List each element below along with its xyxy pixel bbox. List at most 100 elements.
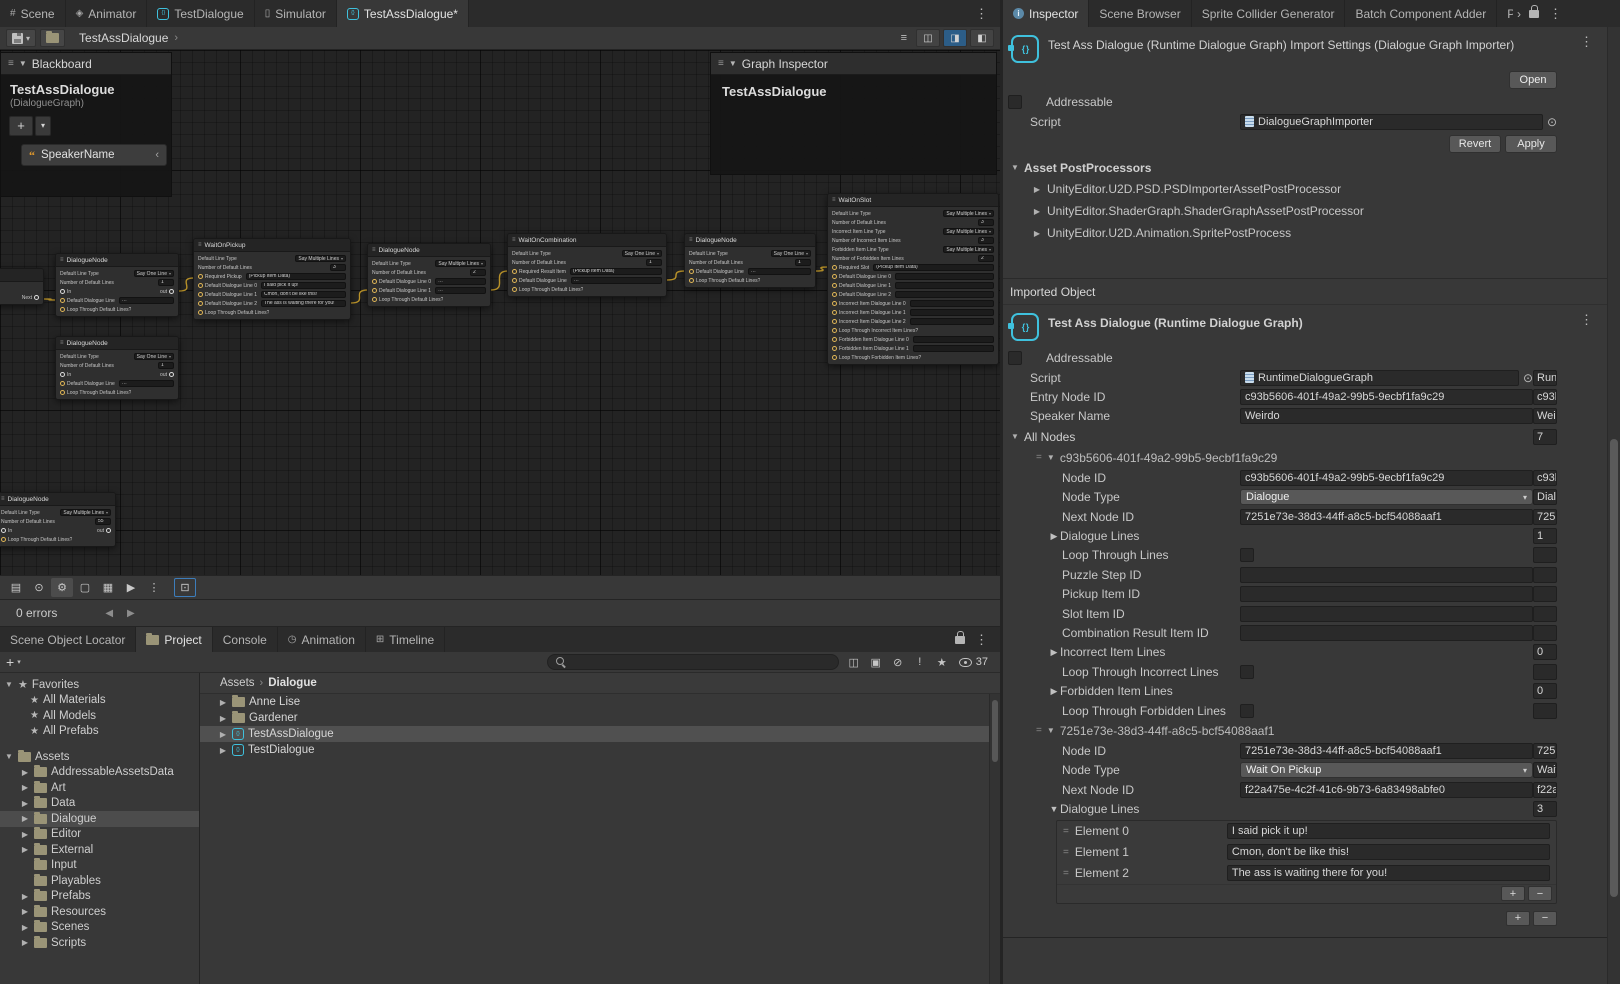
project-toolbar-icon-button[interactable]: !: [909, 653, 931, 671]
revert-button[interactable]: Revert: [1449, 135, 1501, 153]
port-icon[interactable]: [689, 278, 694, 283]
element-value-field[interactable]: I said pick it up!: [1227, 823, 1550, 839]
node-row[interactable]: Number of Default Lines1: [685, 258, 815, 267]
window-tab[interactable]: Scene Browser: [1089, 0, 1191, 27]
node-row[interactable]: Default Dialogue Line 2The ass is waitin…: [194, 299, 350, 308]
property-row[interactable]: Puzzle Step ID ▾ ⊙: [1003, 565, 1607, 584]
asset-postprocessors-foldout[interactable]: ▼ Asset PostProcessors: [1003, 157, 1607, 178]
node-row[interactable]: Next: [0, 293, 43, 302]
port-icon[interactable]: [512, 278, 517, 283]
node-row[interactable]: Number of Incorrect Item Lines3: [828, 236, 998, 245]
foldout-arrow-icon[interactable]: ▶: [20, 768, 30, 777]
node-field[interactable]: (Pickup Item Data): [246, 273, 346, 280]
graph-node-title[interactable]: ≡StartNode: [0, 269, 43, 282]
property-row[interactable]: Next Node ID 7251e73e-38d3-44ff-a8c5-bcf…: [1003, 507, 1607, 526]
tree-folder[interactable]: ▶ Dialogue: [0, 811, 199, 827]
graph-node[interactable]: ≡DialogueNodeDefault Line TypeSay One Li…: [55, 253, 179, 317]
port-icon[interactable]: [832, 337, 837, 342]
search-input[interactable]: [572, 656, 830, 668]
footer-icon-button[interactable]: ▤: [5, 578, 27, 597]
node-row[interactable]: Incorrect Item Dialogue Line 2: [828, 317, 998, 326]
foldout-arrow-icon[interactable]: ▶: [20, 907, 30, 916]
create-asset-button[interactable]: + ▾: [6, 654, 21, 670]
node-field[interactable]: [910, 309, 994, 316]
graph-node[interactable]: ≡DialogueNodeDefault Line TypeSay One Li…: [55, 336, 179, 400]
array-size-field[interactable]: RuntimeDialogueGraph: [1533, 370, 1557, 386]
node-row[interactable]: Loop Through Forbidden Item Lines?: [828, 353, 998, 362]
object-picker-icon[interactable]: ⊙: [1547, 116, 1557, 128]
node-field[interactable]: …: [119, 297, 174, 304]
property-value-field[interactable]: c93b5606-401f-49a2-99b5-9ecbf1fa9c29: [1240, 389, 1533, 405]
graph-node[interactable]: ≡StartNodeConnectionsNext: [0, 268, 44, 305]
graph-menu-icon[interactable]: ≡: [895, 32, 913, 44]
property-value-field[interactable]: [1240, 625, 1533, 641]
list-element-row[interactable]: = Element 0 I said pick it up!: [1057, 821, 1556, 842]
node-row[interactable]: Number of Default Lines1: [56, 361, 178, 370]
script-object-field[interactable]: DialogueGraphImporter: [1240, 114, 1543, 130]
node-row[interactable]: Loop Through Default Lines?: [508, 285, 666, 294]
array-size-field[interactable]: Weirdo: [1533, 408, 1557, 424]
menu-icon[interactable]: ≡: [718, 58, 724, 69]
port-icon[interactable]: [60, 307, 65, 312]
window-tab[interactable]: # Scene: [0, 0, 66, 27]
inspector-menu-icon[interactable]: ⋮: [1543, 6, 1568, 22]
port-icon[interactable]: [832, 328, 837, 333]
list-element-row[interactable]: = Element 1 Cmon, don't be like this!: [1057, 842, 1556, 863]
property-row[interactable]: Next Node ID f22a475e-4c2f-41c6-9b73-6a8…: [1003, 780, 1607, 799]
property-value-field[interactable]: [1240, 586, 1533, 602]
footer-icon-button[interactable]: ⋮: [143, 578, 165, 597]
favorites-item[interactable]: ★ All Models: [0, 708, 199, 724]
window-tab[interactable]: ▯ Simulator: [255, 0, 337, 27]
project-breadcrumb[interactable]: Assets › Dialogue: [200, 673, 1000, 694]
favorites-item[interactable]: ★ All Prefabs: [0, 724, 199, 740]
window-tab[interactable]: ◈ Animator: [66, 0, 148, 27]
node-row[interactable]: Default Dialogue Line 0I said pick it up…: [194, 281, 350, 290]
node-row[interactable]: Default Dialogue Line 1…: [368, 286, 490, 295]
port-icon[interactable]: [372, 279, 377, 284]
node-field[interactable]: 3: [330, 264, 346, 271]
graph-node[interactable]: ≡WaitOnCombinationDefault Line TypeSay O…: [507, 233, 667, 297]
tree-folder[interactable]: ▶ Input: [0, 858, 199, 874]
node-row[interactable]: Forbidden Item Dialogue Line 1: [828, 344, 998, 353]
node-row[interactable]: Number of Default Lines3: [194, 263, 350, 272]
node-dropdown[interactable]: Say Multiple Lines: [60, 509, 111, 516]
tree-folder[interactable]: ▶ Editor: [0, 827, 199, 843]
asset-item[interactable]: ▶ Anne Lise: [200, 694, 1000, 710]
node-foldout[interactable]: = ▼ c93b5606-401f-49a2-99b5-9ecbf1fa9c29: [1003, 447, 1607, 468]
port-icon[interactable]: [832, 319, 837, 324]
node-row[interactable]: Number of Default Lines3: [828, 218, 998, 227]
graph-inspector-panel[interactable]: ≡ ▼ Graph Inspector TestAssDialogue: [710, 52, 997, 175]
node-field[interactable]: …: [119, 380, 174, 387]
save-button[interactable]: ▾: [6, 29, 36, 47]
property-row[interactable]: Node Type Wait On Pickup Wait On Pickup▾…: [1003, 761, 1607, 780]
drag-handle[interactable]: =: [1063, 847, 1069, 858]
foldout-arrow-icon[interactable]: ▶: [20, 783, 30, 792]
foldout-arrow-icon[interactable]: ▼: [1010, 163, 1020, 172]
foldout-arrow-icon[interactable]: ▶: [218, 714, 228, 723]
input-port-icon[interactable]: [60, 289, 65, 294]
add-property-button[interactable]: +: [9, 116, 33, 136]
tree-folder[interactable]: ▶ Playables: [0, 873, 199, 889]
object-menu-icon[interactable]: ⋮: [1574, 312, 1599, 328]
footer-icon-button[interactable]: ▢: [74, 578, 96, 597]
next-error-button[interactable]: ▶: [127, 608, 135, 619]
node-row[interactable]: Required Slot(Pickup Item Data): [828, 263, 998, 272]
port-icon[interactable]: [832, 301, 837, 306]
node-field[interactable]: 1: [158, 362, 174, 369]
node-row[interactable]: Default Dialogue Line 1Cmon, don't be li…: [194, 290, 350, 299]
foldout-arrow-icon[interactable]: ▼: [4, 680, 14, 689]
property-row[interactable]: Entry Node ID c93b5606-401f-49a2-99b5-9e…: [1003, 387, 1607, 406]
node-field[interactable]: (Pickup Item Data): [570, 268, 662, 275]
node-field[interactable]: 2: [470, 269, 486, 276]
property-value-field[interactable]: 7251e73e-38d3-44ff-a8c5-bcf54088aaf1: [1240, 509, 1533, 525]
node-row[interactable]: Default Line TypeSay One Line: [56, 269, 178, 278]
node-row[interactable]: Incorrect Item Dialogue Line 1: [828, 308, 998, 317]
node-row[interactable]: Default Dialogue Line…: [508, 276, 666, 285]
foldout-arrow-icon[interactable]: [1048, 647, 1060, 658]
property-row[interactable]: Script RuntimeDialogueGraph RuntimeDialo…: [1003, 368, 1607, 387]
port-icon[interactable]: [60, 381, 65, 386]
output-port-icon[interactable]: [106, 528, 111, 533]
property-value-field[interactable]: [1240, 606, 1533, 622]
all-nodes-foldout[interactable]: ▼ All Nodes 7: [1003, 426, 1607, 447]
node-row[interactable]: Default Dialogue Line…: [56, 296, 178, 305]
